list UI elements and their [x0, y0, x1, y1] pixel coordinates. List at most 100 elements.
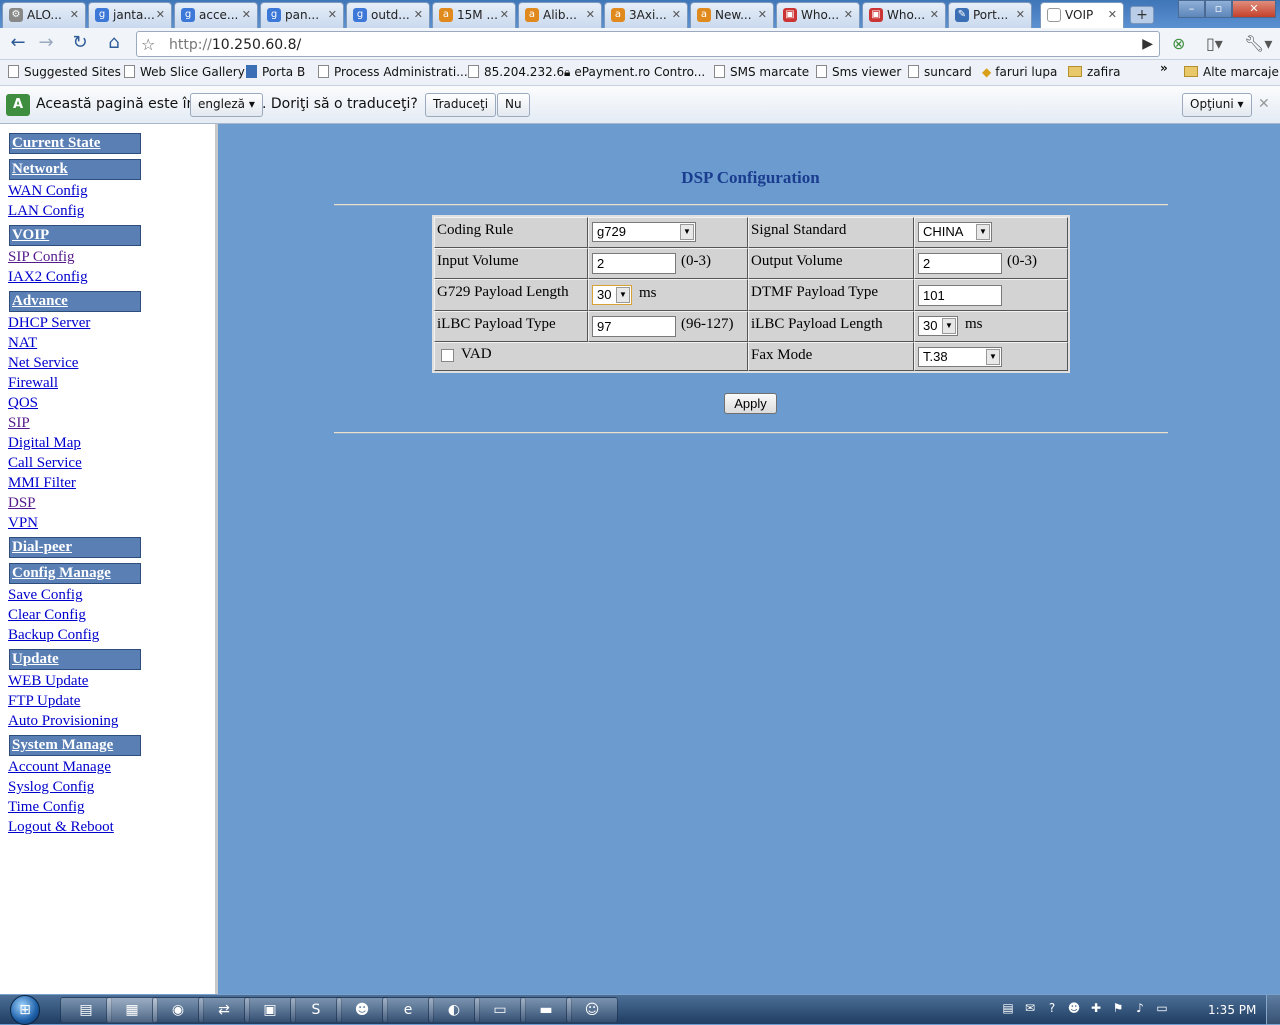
apply-button[interactable]: Apply [724, 393, 777, 414]
start-button[interactable]: ⊞ [4, 995, 46, 1025]
tab-close-icon[interactable]: ✕ [844, 8, 853, 21]
forward-arrow-icon[interactable]: → [34, 33, 58, 55]
translate-options-button[interactable]: Opţiuni ▾ [1182, 93, 1252, 117]
other-bookmarks[interactable]: Alte marcaje [1184, 65, 1279, 79]
new-tab-button[interactable]: + [1130, 6, 1154, 24]
sidebar-header-system-manage[interactable]: System Manage [9, 735, 141, 756]
ilbc-payload-length-select[interactable]: 30 ▼ [918, 316, 958, 336]
go-icon[interactable]: ▶ [1142, 36, 1153, 52]
sidebar-link-nat[interactable]: NAT [8, 335, 37, 352]
tab-voip[interactable]: VOIP ✕ [1040, 2, 1124, 29]
sidebar-header-voip[interactable]: VOIP [9, 225, 141, 246]
tab-close-icon[interactable]: ✕ [242, 8, 251, 21]
tab-close-icon[interactable]: ✕ [328, 8, 337, 21]
bookmark-item[interactable]: zafira [1068, 65, 1121, 79]
sidebar-link-web-update[interactable]: WEB Update [8, 673, 88, 690]
star-icon[interactable]: ☆ [141, 35, 155, 54]
sidebar-link-iax2-config[interactable]: IAX2 Config [8, 269, 88, 286]
sidebar-header-current-state[interactable]: Current State [9, 133, 141, 154]
tab-close-icon[interactable]: ✕ [586, 8, 595, 21]
window-close-button[interactable]: ✕ [1232, 0, 1276, 18]
sidebar-link-ftp-update[interactable]: FTP Update [8, 693, 80, 710]
tab-new[interactable]: a New... ✕ [690, 2, 774, 28]
sidebar-link-mmi-filter[interactable]: MMI Filter [8, 475, 76, 492]
tab-pan[interactable]: g pan... ✕ [260, 2, 344, 28]
sidebar-header-dial-peer[interactable]: Dial-peer [9, 537, 141, 558]
bookmark-item[interactable]: SMS marcate [714, 65, 809, 79]
tray-flag-icon[interactable]: ⚑ [1110, 1001, 1126, 1015]
bookmark-item[interactable]: 🔒︎ ePayment.ro Contro... [564, 65, 705, 80]
home-icon[interactable]: ⌂ [102, 33, 126, 55]
tab-janta[interactable]: g janta... ✕ [88, 2, 172, 28]
wrench-icon[interactable]: 🔧︎▾ [1244, 34, 1272, 53]
sidebar-link-vpn[interactable]: VPN [8, 515, 38, 532]
sidebar-link-firewall[interactable]: Firewall [8, 375, 58, 392]
tray-network-status-icon[interactable]: ✚ [1088, 1001, 1104, 1015]
tab-15m[interactable]: a 15M ... ✕ [432, 2, 516, 28]
tab-close-icon[interactable]: ✕ [758, 8, 767, 21]
tab-close-icon[interactable]: ✕ [156, 8, 165, 21]
show-desktop-button[interactable] [1266, 995, 1280, 1025]
tab-3axi[interactable]: a 3Axi... ✕ [604, 2, 688, 28]
tab-close-icon[interactable]: ✕ [500, 8, 509, 21]
sidebar-link-sip[interactable]: SIP [8, 415, 30, 432]
sidebar-link-net-service[interactable]: Net Service [8, 355, 78, 372]
explorer-icon[interactable]: ▤ [60, 997, 112, 1023]
maximize-button[interactable]: ▫ [1205, 0, 1232, 18]
tab-who-1[interactable]: ▣ Who... ✕ [776, 2, 860, 28]
sidebar-link-time-config[interactable]: Time Config [8, 799, 85, 816]
sidebar-link-wan-config[interactable]: WAN Config [8, 183, 88, 200]
tray-app-icon[interactable]: ▤ [1000, 1001, 1016, 1015]
reload-icon[interactable]: ↻ [68, 33, 92, 55]
tab-alib[interactable]: a Alib... ✕ [518, 2, 602, 28]
app-icon[interactable]: ◐ [428, 997, 480, 1023]
sidebar-link-qos[interactable]: QOS [8, 395, 38, 412]
coding-rule-select[interactable]: g729 ▼ [592, 222, 696, 242]
messenger-icon[interactable]: ☻ [336, 997, 388, 1023]
tab-close-icon[interactable]: ✕ [1016, 8, 1025, 21]
tab-who-2[interactable]: ▣ Who... ✕ [862, 2, 946, 28]
input-volume-field[interactable]: 2 [592, 253, 676, 274]
bookmark-item[interactable]: ◆ faruri lupa [982, 65, 1057, 79]
tab-close-icon[interactable]: ✕ [1108, 8, 1117, 21]
chrome-icon[interactable]: ◉ [152, 997, 204, 1023]
sidebar-link-sip-config[interactable]: SIP Config [8, 249, 75, 266]
sidebar-link-backup-config[interactable]: Backup Config [8, 627, 99, 644]
g729-payload-length-select[interactable]: 30 ▼ [592, 285, 632, 305]
signal-standard-select[interactable]: CHINA ▼ [918, 222, 992, 242]
sidebar-link-digital-map[interactable]: Digital Map [8, 435, 81, 452]
sidebar-link-logout-reboot[interactable]: Logout & Reboot [8, 819, 114, 836]
tray-lan-icon[interactable]: ▭ [1154, 1001, 1170, 1015]
bookmarks-overflow-button[interactable]: » [1160, 61, 1168, 75]
close-icon[interactable]: ✕ [1258, 96, 1270, 112]
bookmark-item[interactable]: Web Slice Gallery [124, 65, 245, 79]
tray-volume-icon[interactable]: ♪ [1132, 1001, 1148, 1015]
sidebar-header-update[interactable]: Update [9, 649, 141, 670]
sidebar-link-dsp[interactable]: DSP [8, 495, 36, 512]
fax-mode-select[interactable]: T.38 ▼ [918, 347, 1002, 367]
bookmark-item[interactable]: 85.204.232.6 [468, 65, 564, 79]
address-bar[interactable]: ☆ http://10.250.60.8/ ▶ [136, 31, 1160, 57]
sidebar-link-account-manage[interactable]: Account Manage [8, 759, 111, 776]
bookmark-item[interactable]: Process Administrati... [318, 65, 468, 79]
sidebar-link-dhcp-server[interactable]: DHCP Server [8, 315, 90, 332]
smiley-icon[interactable]: ☺ [566, 997, 618, 1023]
translate-button[interactable]: Traduceţi [425, 93, 497, 117]
tab-port[interactable]: ✎ Port... ✕ [948, 2, 1032, 28]
monitor-icon[interactable]: ▣ [244, 997, 296, 1023]
tray-mail-icon[interactable]: ✉ [1022, 1001, 1038, 1015]
sidebar-link-lan-config[interactable]: LAN Config [8, 203, 84, 220]
tab-close-icon[interactable]: ✕ [414, 8, 423, 21]
sidebar-link-auto-provisioning[interactable]: Auto Provisioning [8, 713, 118, 730]
tab-alo[interactable]: ⚙ ALO... ✕ [2, 2, 86, 28]
cmd-icon[interactable]: ▬ [520, 997, 572, 1023]
back-arrow-icon[interactable]: ← [6, 33, 30, 55]
translate-icon[interactable]: ⊗ [1172, 34, 1185, 53]
tab-close-icon[interactable]: ✕ [672, 8, 681, 21]
sidebar-header-advance[interactable]: Advance [9, 291, 141, 312]
output-volume-field[interactable]: 2 [918, 253, 1002, 274]
tray-help-icon[interactable]: ? [1044, 1001, 1060, 1015]
tab-close-icon[interactable]: ✕ [930, 8, 939, 21]
ie-icon[interactable]: e [382, 997, 434, 1023]
dtmf-payload-type-field[interactable]: 101 [918, 285, 1002, 306]
